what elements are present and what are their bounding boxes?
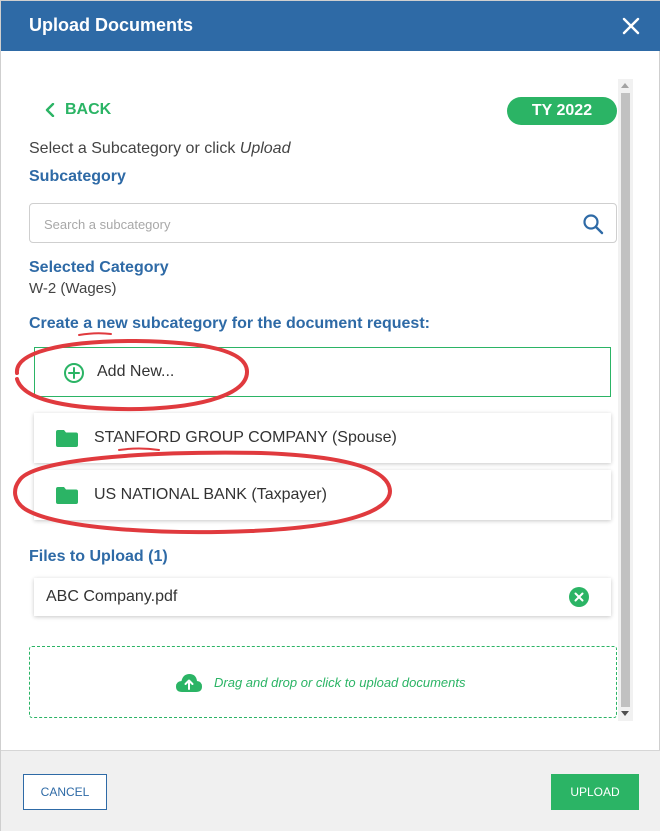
selected-category-heading: Selected Category [29, 259, 169, 276]
instruction-emphasis: Upload [239, 140, 291, 157]
dropzone-label: Drag and drop or click to upload documen… [214, 675, 466, 690]
subcategory-heading: Subcategory [29, 168, 126, 185]
subcategory-item[interactable]: US NATIONAL BANK (Taxpayer) [34, 470, 611, 520]
remove-file-icon[interactable] [569, 587, 589, 607]
add-new-subcategory-button[interactable]: Add New... [34, 347, 611, 397]
scrollbar-thumb[interactable] [621, 93, 630, 707]
subcategory-item-label: US NATIONAL BANK (Taxpayer) [94, 486, 327, 503]
search-input[interactable] [44, 212, 564, 236]
cloud-upload-icon [176, 674, 202, 692]
close-icon[interactable] [619, 14, 643, 38]
add-new-label: Add New... [97, 363, 175, 380]
subcategory-search [29, 203, 617, 243]
content-scrollbar[interactable] [618, 79, 633, 721]
folder-icon [56, 487, 78, 504]
upload-button[interactable]: UPLOAD [551, 774, 639, 810]
upload-documents-modal: Upload Documents BACK TY 2022 Select a S… [0, 0, 660, 831]
plus-circle-icon [64, 363, 84, 383]
back-button[interactable]: BACK [45, 101, 111, 119]
subcategory-item-label: STANFORD GROUP COMPANY (Spouse) [94, 429, 397, 446]
subcategory-item[interactable]: STANFORD GROUP COMPANY (Spouse) [34, 413, 611, 463]
instruction-text: Select a Subcategory or click Upload [29, 140, 290, 158]
selected-category-value: W-2 (Wages) [29, 280, 117, 297]
file-name: ABC Company.pdf [46, 588, 178, 605]
instruction-prefix: Select a Subcategory or click [29, 140, 240, 157]
chevron-left-icon [45, 103, 55, 117]
scroll-up-arrow-icon[interactable] [621, 83, 629, 88]
cancel-button[interactable]: CANCEL [23, 774, 107, 810]
modal-footer: CANCEL UPLOAD [1, 750, 660, 831]
folder-icon [56, 430, 78, 447]
modal-title: Upload Documents [29, 15, 194, 35]
back-label: BACK [65, 101, 112, 118]
scroll-down-arrow-icon[interactable] [621, 711, 629, 716]
modal-header: Upload Documents [1, 1, 660, 51]
create-subcategory-heading: Create a new subcategory for the documen… [29, 315, 430, 332]
files-to-upload-heading: Files to Upload (1) [29, 548, 168, 565]
search-icon[interactable] [582, 213, 604, 235]
file-item: ABC Company.pdf [34, 578, 611, 616]
tax-year-badge: TY 2022 [507, 97, 617, 125]
upload-dropzone[interactable]: Drag and drop or click to upload documen… [29, 646, 617, 718]
